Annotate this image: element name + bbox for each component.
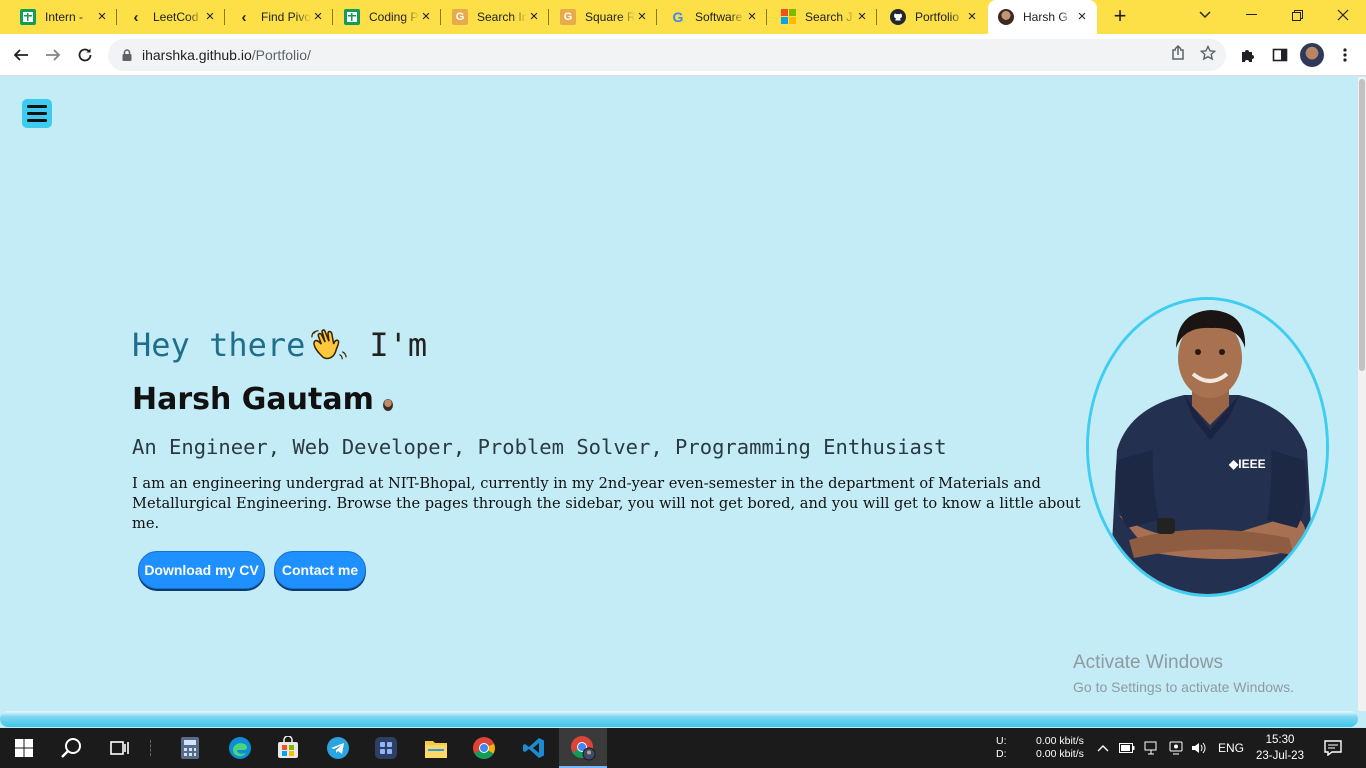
github-icon (890, 9, 906, 25)
bio-paragraph: I am an engineering undergrad at NIT-Bho… (132, 475, 1081, 532)
forward-arrow-icon (46, 49, 61, 61)
volume-icon[interactable] (1191, 728, 1207, 768)
calculator-icon[interactable] (176, 734, 204, 762)
tab-coding[interactable]: Coding P × (334, 0, 441, 34)
google-icon: G (672, 9, 684, 25)
battery-icon[interactable] (1119, 728, 1135, 768)
back-button[interactable] (8, 42, 34, 68)
file-explorer-icon[interactable] (422, 734, 450, 762)
telegram-icon[interactable] (324, 734, 352, 762)
share-icon[interactable] (1170, 44, 1186, 66)
language-indicator[interactable]: ENG (1218, 728, 1244, 768)
task-view-icon[interactable] (106, 734, 134, 762)
microsoft-store-icon[interactable] (274, 734, 302, 762)
lock-icon (122, 49, 132, 61)
url-text: iharshka.github.io/Portfolio/ (142, 47, 311, 63)
svg-text:◆IEEE: ◆IEEE (1228, 457, 1266, 471)
download-cv-button[interactable]: Download my CV (138, 551, 265, 589)
tab-intern[interactable]: Intern - × (10, 0, 117, 34)
apps-grid-icon[interactable] (372, 734, 400, 762)
avatar (382, 398, 393, 411)
side-panel-icon[interactable] (1267, 42, 1293, 68)
close-tab-icon[interactable]: × (965, 9, 979, 24)
close-icon (1337, 9, 1349, 21)
page-scrollbar[interactable] (1358, 77, 1366, 711)
close-tab-icon[interactable]: × (527, 9, 541, 24)
roles-tagline: An Engineer, Web Developer, Problem Solv… (132, 435, 947, 459)
leetcode-icon: ‹ (241, 8, 247, 26)
clock[interactable]: 15:30 23-Jul-23 (1255, 732, 1305, 764)
bookmark-star-icon[interactable] (1199, 44, 1217, 66)
close-tab-icon[interactable]: × (1075, 9, 1089, 24)
sidebar-toggle-button[interactable] (22, 99, 52, 128)
close-tab-icon[interactable]: × (419, 9, 433, 24)
chrome-icon[interactable] (470, 734, 498, 762)
webcam-icon[interactable] (1169, 728, 1183, 768)
leetcode-icon: ‹ (133, 8, 139, 26)
google-sheets-icon (344, 9, 360, 25)
browser-toolbar: iharshka.github.io/Portfolio/ (0, 34, 1366, 76)
chrome-profile-icon[interactable] (569, 734, 597, 762)
tab-find-pivot[interactable]: ‹ Find Pivo × (226, 0, 333, 34)
reload-button[interactable] (72, 42, 98, 68)
activate-windows-watermark: Activate Windows Go to Settings to activ… (1073, 652, 1294, 695)
google-sheets-icon (20, 9, 36, 25)
hamburger-menu-icon (27, 105, 47, 108)
geeksforgeeks-icon: G (452, 9, 468, 25)
geeksforgeeks-icon: G (560, 9, 576, 25)
scrollbar-thumb[interactable] (1359, 79, 1365, 371)
tab-search-jobs[interactable]: Search J × (770, 0, 877, 34)
vscode-icon[interactable] (520, 734, 548, 762)
address-bar[interactable]: iharshka.github.io/Portfolio/ (108, 39, 1226, 71)
tab-square-root[interactable]: G Square R × (550, 0, 657, 34)
close-tab-icon[interactable]: × (203, 9, 217, 24)
waving-hand-icon (311, 329, 348, 360)
close-tab-icon[interactable]: × (745, 9, 759, 24)
portfolio-page: Hey there I'm Harsh Gautam An Engineer, … (0, 77, 1358, 727)
network-speed-labels: U: D: (996, 735, 1007, 760)
microsoft-icon (780, 9, 796, 25)
close-tab-icon[interactable]: × (311, 9, 325, 24)
windows-taskbar: U: D: 0.00 kbit/s 0.00 kbit/s ENG 15:30 … (0, 728, 1366, 768)
tab-search-in[interactable]: G Search In × (442, 0, 549, 34)
chevron-down-icon (1199, 11, 1211, 18)
windows-start-icon[interactable] (10, 734, 38, 762)
more-menu-icon[interactable] (1332, 42, 1358, 68)
close-tab-icon[interactable]: × (635, 9, 649, 24)
new-tab-button[interactable]: + (1108, 4, 1132, 28)
notifications-icon[interactable] (1324, 728, 1342, 768)
greeting: Hey there I'm (132, 326, 428, 364)
tab-software[interactable]: G Software × (660, 0, 767, 34)
minimize-button[interactable] (1228, 0, 1274, 30)
avatar-icon (998, 9, 1014, 25)
browser-tab-strip: Intern - × ‹ LeetCod × ‹ Find Pivo × Cod… (0, 0, 1366, 34)
network-icon[interactable] (1144, 728, 1160, 768)
tab-portfolio[interactable]: Portfolio × (880, 0, 987, 34)
profile-avatar[interactable] (1300, 43, 1324, 67)
tab-search-button[interactable] (1182, 0, 1228, 30)
profile-photo: ◆IEEE (1086, 297, 1329, 597)
reload-icon (78, 48, 92, 62)
close-tab-icon[interactable]: × (855, 9, 869, 24)
show-hidden-icons-chevron-up-icon[interactable] (1097, 728, 1109, 768)
page-title: Harsh Gautam (132, 382, 393, 417)
extensions-puzzle-icon[interactable] (1235, 42, 1261, 68)
close-window-button[interactable] (1320, 0, 1366, 30)
close-tab-icon[interactable]: × (95, 9, 109, 24)
tab-harsh-gautam[interactable]: Harsh G × (988, 0, 1097, 34)
minimize-icon (1245, 14, 1257, 15)
edge-browser-icon[interactable] (226, 734, 254, 762)
contact-me-button[interactable]: Contact me (274, 551, 366, 589)
forward-button[interactable] (40, 42, 66, 68)
tab-leetcode[interactable]: ‹ LeetCod × (118, 0, 225, 34)
restore-icon (1291, 9, 1303, 21)
back-arrow-icon (13, 49, 28, 61)
footer-bar (0, 711, 1358, 727)
network-speed-values: 0.00 kbit/s 0.00 kbit/s (1036, 735, 1084, 760)
restore-button[interactable] (1274, 0, 1320, 30)
search-icon[interactable] (58, 734, 86, 762)
